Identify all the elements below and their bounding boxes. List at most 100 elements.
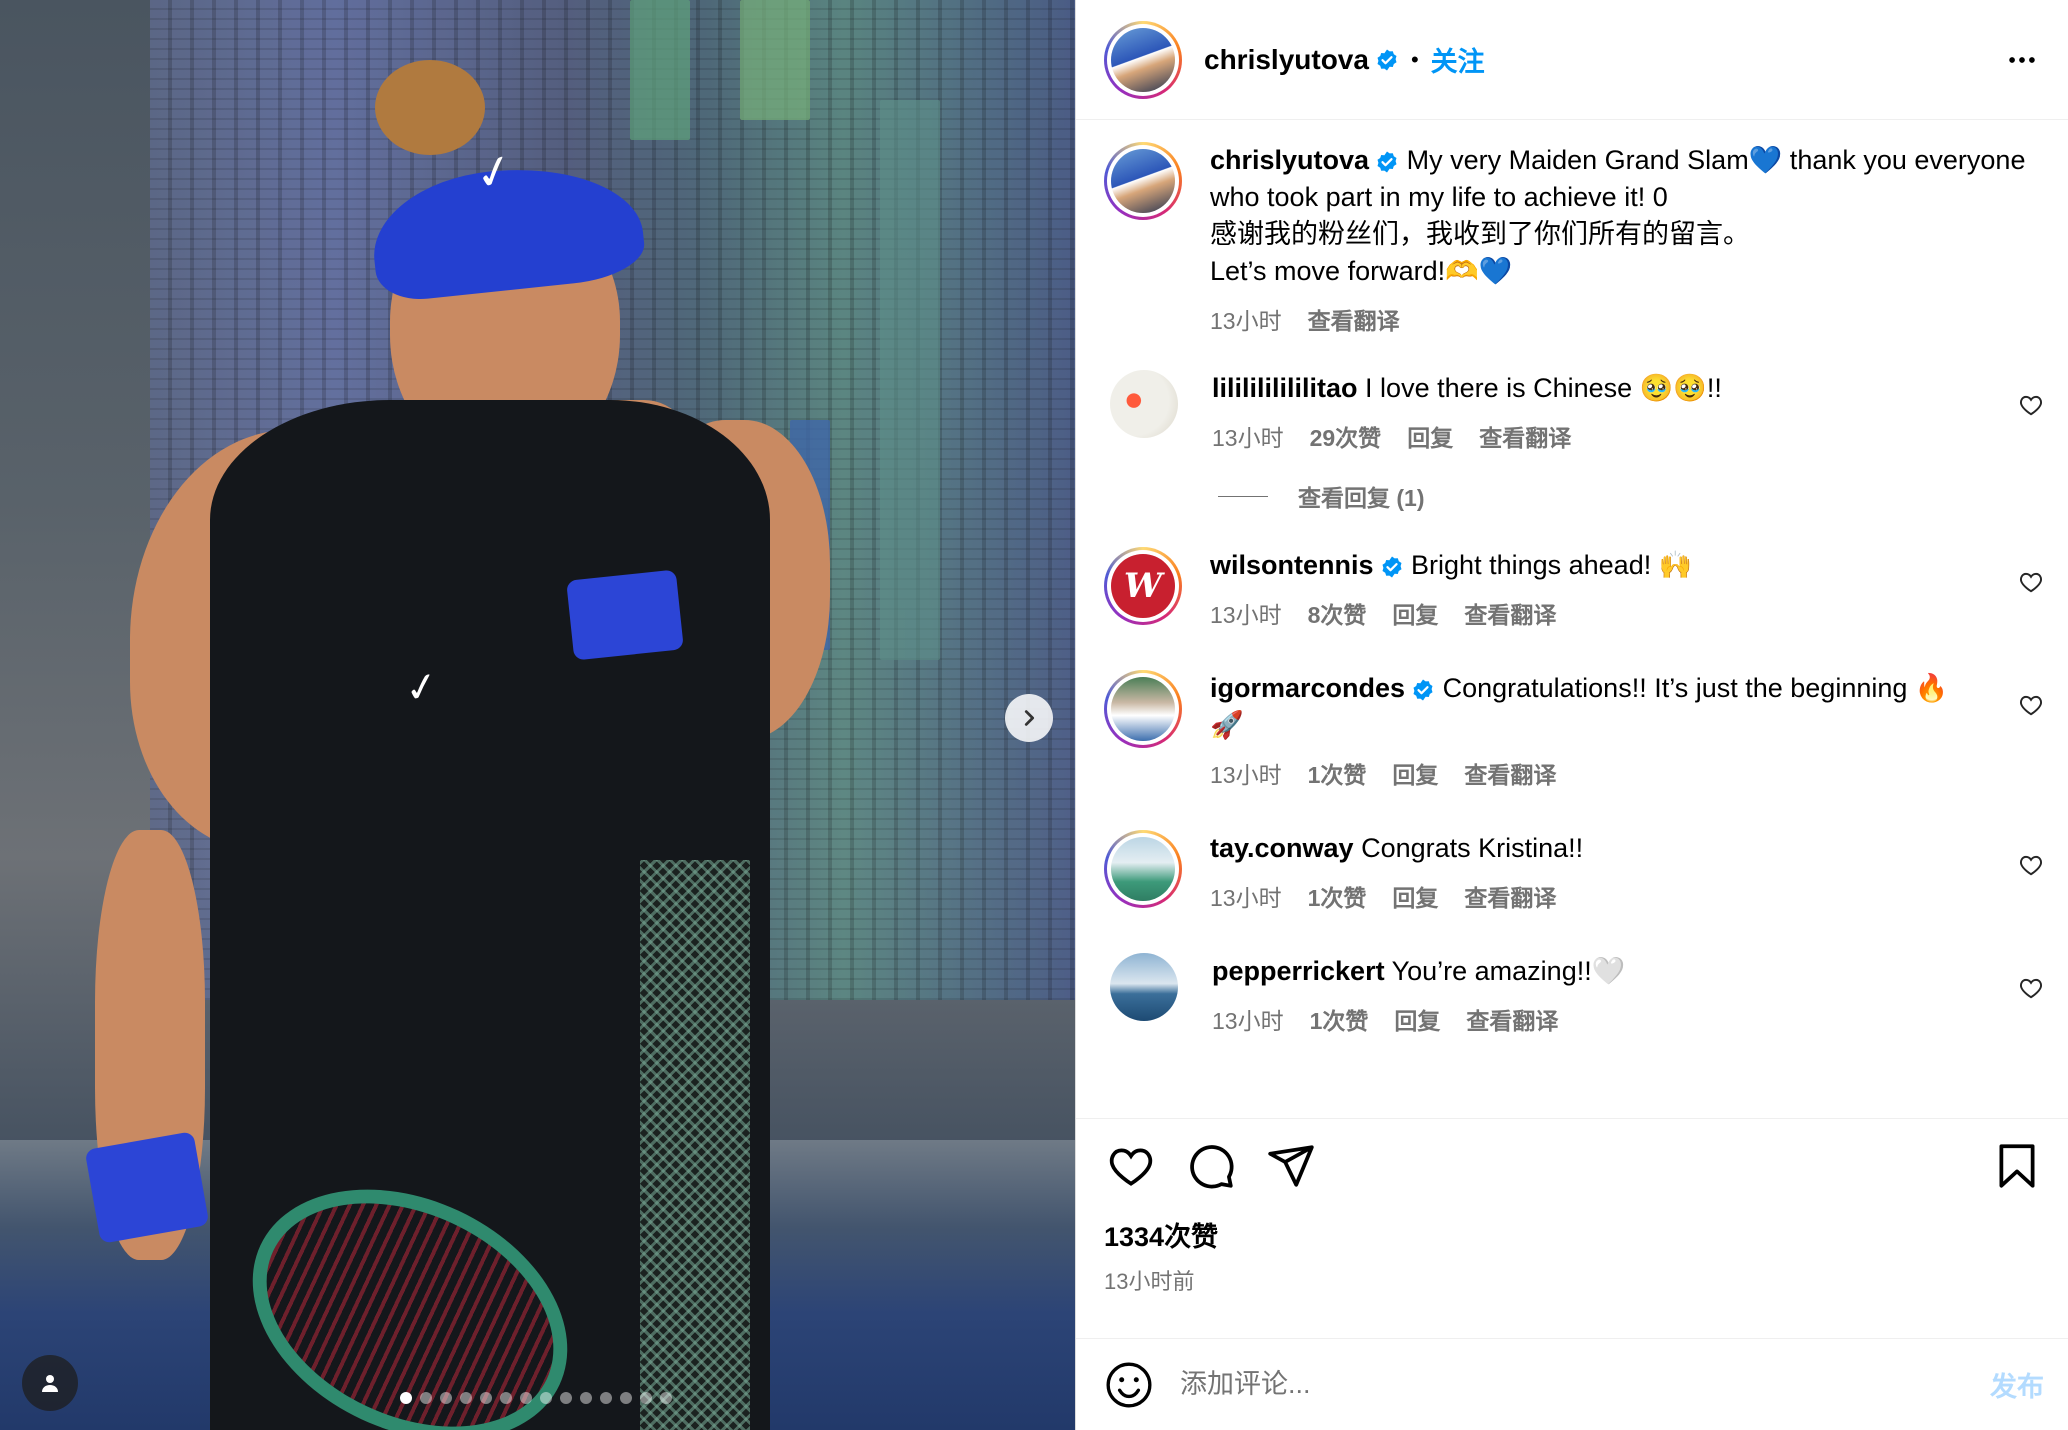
bookmark-icon bbox=[1999, 1144, 2035, 1188]
caption-line-3: Let’s move forward!🫶💙 bbox=[1210, 256, 1513, 286]
emoji-button[interactable] bbox=[1104, 1360, 1154, 1410]
background-light bbox=[630, 0, 690, 140]
caption-author-avatar[interactable] bbox=[1104, 142, 1182, 220]
background-light bbox=[880, 100, 940, 660]
post-header: chrislyutova • 关注 bbox=[1076, 0, 2068, 120]
more-options-icon bbox=[2009, 56, 2035, 63]
user-tag-icon bbox=[42, 1375, 58, 1392]
slide-dot bbox=[600, 1392, 612, 1404]
comment-username[interactable]: igormarcondes bbox=[1210, 673, 1405, 703]
slide-dot bbox=[420, 1392, 432, 1404]
comments-list[interactable]: chrislyutova My very Maiden Grand Slam💙 … bbox=[1076, 120, 2068, 1118]
commenter-avatar[interactable] bbox=[1104, 830, 1182, 908]
comment-username[interactable]: pepperrickert bbox=[1212, 956, 1385, 986]
post-comment-button[interactable]: 发布 bbox=[1990, 1365, 2044, 1404]
caption-line-2: 感谢我的粉丝们，我收到了你们所有的留言。 bbox=[1210, 219, 1750, 249]
post-details-panel: chrislyutova • 关注 chrislyutova My very M… bbox=[1075, 0, 2068, 1430]
comment-username[interactable]: wilsontennis bbox=[1210, 550, 1374, 580]
commenter-avatar[interactable] bbox=[1110, 370, 1178, 438]
emoji-icon bbox=[1106, 1362, 1152, 1407]
author-username[interactable]: chrislyutova bbox=[1204, 44, 1369, 76]
like-comment-button[interactable] bbox=[2018, 975, 2044, 1001]
verified-badge-icon bbox=[1375, 150, 1399, 174]
more-options-button[interactable] bbox=[2000, 38, 2044, 82]
like-button[interactable] bbox=[1104, 1139, 1158, 1193]
caption-time: 13小时 bbox=[1210, 308, 1282, 334]
commenter-avatar[interactable] bbox=[1104, 670, 1182, 748]
verified-badge-icon bbox=[1411, 678, 1435, 702]
avatar-image bbox=[1111, 27, 1175, 92]
comment-meta: 13小时 1次赞 回复 查看翻译 bbox=[1210, 756, 1974, 790]
slide-dot bbox=[640, 1392, 652, 1404]
heart-icon bbox=[2020, 855, 2042, 876]
background-light bbox=[740, 0, 810, 120]
see-translation-link[interactable]: 查看翻译 bbox=[1479, 419, 1571, 453]
comment-text: igormarcondes Congratulations!! It’s jus… bbox=[1210, 670, 1974, 744]
caption-meta: 13小时 查看翻译 bbox=[1210, 302, 2044, 336]
tagged-users-button[interactable] bbox=[22, 1355, 78, 1411]
comment-likes[interactable]: 29次赞 bbox=[1310, 419, 1382, 453]
wristband bbox=[84, 1131, 210, 1244]
see-translation-link[interactable]: 查看翻译 bbox=[1464, 879, 1556, 913]
avatar-image: W bbox=[1111, 554, 1175, 618]
next-slide-button[interactable] bbox=[1005, 694, 1053, 742]
see-translation-link[interactable]: 查看翻译 bbox=[1464, 756, 1556, 790]
post-media[interactable]: ✓ ✓ bbox=[0, 0, 1075, 1430]
comment-body: You’re amazing!!🤍 bbox=[1391, 956, 1626, 986]
comment-meta: 13小时 1次赞 回复 查看翻译 bbox=[1212, 1002, 1974, 1036]
replies-divider bbox=[1218, 495, 1268, 497]
like-comment-button[interactable] bbox=[2018, 392, 2044, 418]
comment-composer: 发布 bbox=[1076, 1338, 2068, 1430]
heart-icon bbox=[2020, 395, 2042, 416]
heart-icon bbox=[2020, 572, 2042, 593]
comment-username[interactable]: lililililililitao bbox=[1212, 373, 1358, 403]
see-translation-link[interactable]: 查看翻译 bbox=[1466, 1002, 1558, 1036]
comment-item: igormarcondes Congratulations!! It’s jus… bbox=[1104, 670, 2044, 790]
comment-likes[interactable]: 1次赞 bbox=[1308, 879, 1367, 913]
reply-button[interactable]: 回复 bbox=[1394, 1002, 1440, 1036]
comment-button[interactable] bbox=[1184, 1139, 1238, 1193]
reply-button[interactable]: 回复 bbox=[1392, 756, 1438, 790]
likes-count[interactable]: 1334次赞 bbox=[1104, 1215, 2044, 1254]
slide-indicator bbox=[400, 1392, 672, 1404]
share-button[interactable] bbox=[1264, 1139, 1318, 1193]
commenter-avatar[interactable] bbox=[1110, 953, 1178, 1021]
caption-username[interactable]: chrislyutova bbox=[1210, 145, 1369, 175]
slide-dot bbox=[480, 1392, 492, 1404]
post-time: 13小时前 bbox=[1104, 1269, 1195, 1294]
wilson-logo-icon: W bbox=[1123, 566, 1163, 606]
comment-likes[interactable]: 8次赞 bbox=[1308, 596, 1367, 630]
comment-body: Bright things ahead! 🙌 bbox=[1411, 550, 1693, 580]
follow-button[interactable]: 关注 bbox=[1431, 40, 1485, 79]
like-comment-button[interactable] bbox=[2018, 569, 2044, 595]
slide-dot bbox=[540, 1392, 552, 1404]
reply-button[interactable]: 回复 bbox=[1407, 419, 1453, 453]
comment-input[interactable] bbox=[1180, 1369, 1990, 1400]
comment-likes[interactable]: 1次赞 bbox=[1310, 1002, 1369, 1036]
comment-text: tay.conway Congrats Kristina!! bbox=[1210, 830, 1974, 867]
author-avatar[interactable] bbox=[1104, 20, 1182, 99]
like-comment-button[interactable] bbox=[2018, 852, 2044, 878]
commenter-avatar[interactable]: W bbox=[1104, 547, 1182, 625]
reply-button[interactable]: 回复 bbox=[1392, 879, 1438, 913]
comment-meta: 13小时 8次赞 回复 查看翻译 bbox=[1210, 596, 1974, 630]
comment-likes[interactable]: 1次赞 bbox=[1308, 756, 1367, 790]
see-translation-link[interactable]: 查看翻译 bbox=[1308, 302, 1400, 336]
slide-dot bbox=[620, 1392, 632, 1404]
comment-text: pepperrickert You’re amazing!!🤍 bbox=[1212, 953, 1974, 990]
heart-icon bbox=[2020, 978, 2042, 999]
comment-time: 13小时 bbox=[1210, 602, 1282, 628]
comment-meta: 13小时 1次赞 回复 查看翻译 bbox=[1210, 879, 1974, 913]
comment-username[interactable]: tay.conway bbox=[1210, 833, 1354, 863]
like-comment-button[interactable] bbox=[2018, 692, 2044, 718]
comment-item: pepperrickert You’re amazing!!🤍 13小时 1次赞… bbox=[1104, 953, 2044, 1036]
slide-dot bbox=[440, 1392, 452, 1404]
view-replies-button[interactable]: 查看回复 (1) bbox=[1218, 479, 2044, 513]
reply-button[interactable]: 回复 bbox=[1392, 596, 1438, 630]
save-button[interactable] bbox=[1990, 1139, 2044, 1193]
separator-dot: • bbox=[1410, 46, 1419, 72]
comment-time: 13小时 bbox=[1210, 885, 1282, 911]
avatar-image bbox=[1111, 149, 1175, 213]
slide-dot bbox=[460, 1392, 472, 1404]
see-translation-link[interactable]: 查看翻译 bbox=[1464, 596, 1556, 630]
